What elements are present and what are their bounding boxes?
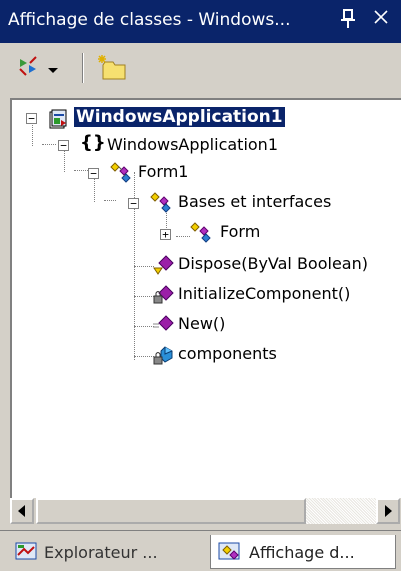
tab-class-view[interactable]: Affichage d... [210,535,396,569]
horizontal-scrollbar[interactable] [10,498,401,524]
class-icon [110,162,134,188]
protected-method-icon [152,254,176,280]
pin-icon[interactable] [340,9,356,34]
collapse-icon[interactable]: − [88,168,99,179]
method-icon [152,314,176,340]
tree-node-form[interactable]: + Form [12,220,392,246]
tree-node-namespace[interactable]: − {} WindowsApplication1 [12,132,392,159]
tree-node-label: WindowsApplication1 [74,107,285,127]
scroll-thumb[interactable] [36,498,306,524]
tree-node-initialize-component[interactable]: InitializeComponent() [12,282,392,308]
collapse-icon[interactable]: − [128,198,139,209]
chevron-down-icon[interactable] [46,61,60,80]
solution-explorer-icon [14,541,40,567]
class-view-icon [217,541,243,567]
tab-label: Explorateur ... [44,543,158,562]
expand-icon[interactable]: + [160,229,171,240]
tree-node-bases-interfaces[interactable]: − Bases et interfaces [12,190,392,216]
project-icon [48,108,70,134]
namespace-icon: {} [80,132,106,153]
class-tree[interactable]: − WindowsApplication1 − {} WindowsApplic… [10,98,401,498]
tree-node-label: WindowsApplication1 [107,135,278,154]
scroll-left-button[interactable] [10,498,34,524]
new-folder-icon[interactable] [95,51,129,87]
tree-node-new[interactable]: New() [12,312,392,338]
sort-by-icon[interactable] [16,55,42,83]
class-icon [190,222,214,248]
private-method-icon [152,284,176,310]
tab-label: Affichage d... [249,543,355,562]
toolbar-separator [82,53,84,83]
tree-node-label: New() [178,314,226,333]
tree-node-dispose[interactable]: Dispose(ByVal Boolean) [12,252,392,278]
class-icon [150,192,174,218]
tree-node-label: InitializeComponent() [178,284,351,303]
tree-node-project[interactable]: − WindowsApplication1 [12,106,392,132]
toolbar [0,43,401,95]
tab-solution-explorer[interactable]: Explorateur ... [10,535,206,569]
tree-node-label: Form1 [138,162,189,181]
tree-node-label: Bases et interfaces [178,192,332,211]
collapse-icon[interactable]: − [26,113,37,124]
scroll-right-button[interactable] [376,498,400,524]
private-field-icon [152,344,176,370]
panel-tabs: Explorateur ... Affichage d... [0,530,401,571]
tree-node-label: components [178,344,277,363]
tree-node-components[interactable]: components [12,342,392,368]
tree-node-label: Form [220,222,261,241]
collapse-icon[interactable]: − [58,140,69,151]
scroll-track[interactable] [306,498,376,524]
window-title: Affichage de classes - Windows... [8,10,291,30]
title-bar: Affichage de classes - Windows... [0,0,401,43]
close-icon[interactable] [372,7,390,31]
tree-node-label: Dispose(ByVal Boolean) [178,254,368,273]
tree-node-form1[interactable]: − Form1 [12,160,392,186]
